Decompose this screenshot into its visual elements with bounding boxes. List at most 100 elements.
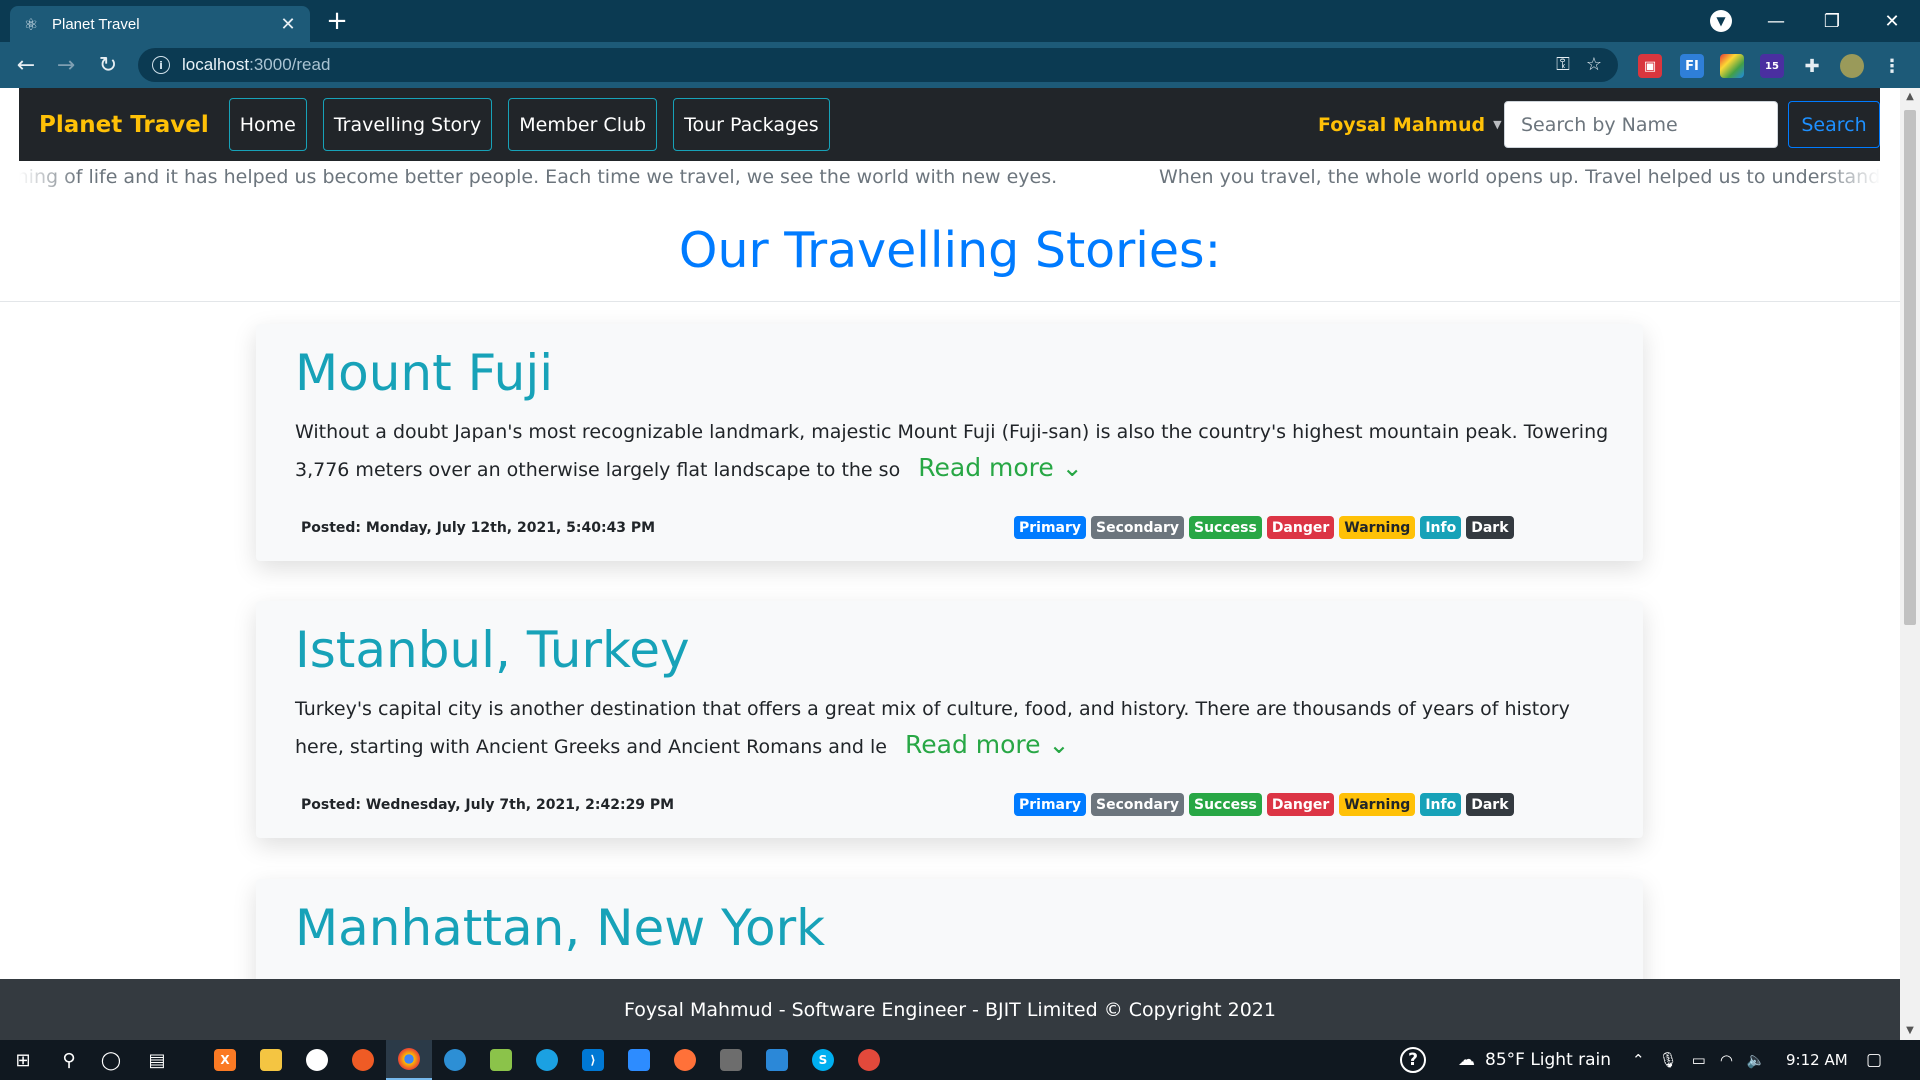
reload-icon[interactable]: ↻ — [94, 51, 122, 79]
scroll-down-icon[interactable]: ▼ — [1900, 1022, 1920, 1040]
github-icon[interactable] — [294, 1040, 340, 1080]
back-icon[interactable]: ← — [12, 51, 40, 79]
minimize-icon[interactable]: — — [1748, 0, 1804, 42]
app-blue-icon[interactable] — [432, 1040, 478, 1080]
calculator-icon[interactable] — [708, 1040, 754, 1080]
quote-marquee: aning of life and it has helped us becom… — [19, 166, 1880, 194]
badge-success: Success — [1189, 793, 1262, 816]
firefox-icon[interactable] — [662, 1040, 708, 1080]
notepad-icon[interactable] — [478, 1040, 524, 1080]
page-viewport: Planet Travel Home Travelling Story Memb… — [0, 88, 1900, 1040]
weather-widget[interactable]: ☁ 85°F Light rain — [1458, 1040, 1611, 1080]
microphone-icon[interactable]: 🎙 — [1659, 1051, 1678, 1069]
windows-taskbar: ⊞ ⚲ ◯ ▤ X ⟩ S ? ☁ 85°F Light rain ⌃ 🎙 ▭ … — [0, 1040, 1920, 1080]
badge-secondary: Secondary — [1091, 793, 1184, 816]
edge-icon[interactable] — [524, 1040, 570, 1080]
user-dropdown[interactable]: Foysal Mahmud ▼ — [1318, 88, 1502, 161]
badge-primary: Primary — [1014, 516, 1087, 539]
chevron-down-icon: ⌄ — [1048, 730, 1070, 759]
mysql-workbench-icon[interactable] — [846, 1040, 892, 1080]
read-more-link[interactable]: Read more ⌄ — [918, 453, 1082, 482]
page-scrollbar[interactable]: ▲ ▼ — [1900, 88, 1920, 1040]
badge-group: Primary Secondary Success Danger Warning… — [1014, 516, 1514, 539]
volume-icon[interactable]: 🔈 — [1747, 1051, 1766, 1069]
react-favicon-icon: ⚛ — [23, 14, 39, 34]
caret-down-icon: ▼ — [1493, 118, 1502, 131]
nav-member-club[interactable]: Member Club — [508, 98, 658, 151]
omnibox-actions: ⚿ ☆ — [1556, 54, 1602, 75]
cortana-icon[interactable]: ◯ — [88, 1040, 134, 1080]
skype-icon[interactable]: S — [800, 1040, 846, 1080]
xampp-icon[interactable]: X — [202, 1040, 248, 1080]
badge-group: Primary Secondary Success Danger Warning… — [1014, 793, 1514, 816]
new-tab-button[interactable]: + — [322, 6, 352, 36]
marquee-fade-right — [1820, 166, 1880, 194]
close-window-icon[interactable]: ✕ — [1864, 0, 1920, 42]
extension-badge-icon[interactable]: 15 — [1760, 54, 1784, 78]
url-path: :3000/read — [249, 55, 331, 74]
nav-home[interactable]: Home — [228, 98, 307, 151]
search-button[interactable]: Search — [1788, 101, 1880, 148]
wifi-icon[interactable]: ◠ — [1720, 1051, 1733, 1069]
search-icon[interactable]: ⚲ — [46, 1040, 92, 1080]
extensions-puzzle-icon[interactable]: ✚ — [1800, 54, 1824, 78]
read-more-link[interactable]: Read more ⌄ — [905, 730, 1069, 759]
extension-fi-icon[interactable]: FI — [1680, 54, 1704, 78]
badge-warning: Warning — [1339, 516, 1416, 539]
scrollbar-thumb[interactable] — [1904, 110, 1916, 625]
forward-icon[interactable]: → — [52, 51, 80, 79]
chrome-profile-dropdown-icon[interactable]: ▼ — [1710, 10, 1732, 32]
chrome-menu-icon[interactable]: ⋮ — [1880, 54, 1904, 78]
cloud-rain-icon: ☁ — [1458, 1050, 1475, 1070]
site-info-icon[interactable]: i — [152, 56, 170, 74]
tab-close-icon[interactable]: ✕ — [278, 14, 298, 35]
brand-logo[interactable]: Planet Travel — [39, 112, 209, 138]
restore-icon[interactable]: ❐ — [1804, 0, 1860, 42]
extension-badge-count: 15 — [1765, 60, 1779, 72]
search-input[interactable] — [1504, 101, 1778, 148]
chevron-down-icon: ⌄ — [1061, 453, 1083, 482]
tray-overflow-icon[interactable]: ⌃ — [1632, 1051, 1645, 1069]
read-more-label: Read more — [918, 453, 1054, 482]
browser-tab-strip: ⚛ Planet Travel ✕ + ▼ — ❐ ✕ — [0, 0, 1920, 42]
battery-icon[interactable]: ▭ — [1692, 1051, 1706, 1069]
posted-date: Posted: Wednesday, July 7th, 2021, 2:42:… — [301, 797, 675, 813]
marquee-fade-left — [19, 166, 79, 194]
profile-avatar[interactable] — [1840, 54, 1864, 78]
chrome-icon[interactable] — [386, 1040, 432, 1080]
read-more-label: Read more — [905, 730, 1041, 759]
badge-secondary: Secondary — [1091, 516, 1184, 539]
weather-text: 85°F Light rain — [1485, 1050, 1612, 1070]
badge-primary: Primary — [1014, 793, 1087, 816]
story-excerpt: Turkey's capital city is another destina… — [295, 691, 1615, 765]
bookmark-star-icon[interactable]: ☆ — [1586, 54, 1602, 75]
badge-danger: Danger — [1266, 516, 1335, 539]
address-bar[interactable]: i localhost:3000/read ⚿ ☆ — [138, 48, 1618, 82]
notification-center-icon[interactable]: ▢ — [1866, 1040, 1882, 1080]
chat-icon[interactable] — [754, 1040, 800, 1080]
file-explorer-icon[interactable] — [248, 1040, 294, 1080]
browser-tab-active[interactable]: ⚛ Planet Travel ✕ — [10, 6, 310, 42]
extension-color-picker-icon[interactable] — [1720, 54, 1744, 78]
badge-dark: Dark — [1466, 516, 1514, 539]
story-title: Mount Fuji — [295, 344, 554, 402]
url-host: localhost — [182, 55, 250, 74]
password-key-icon[interactable]: ⚿ — [1556, 54, 1570, 75]
task-view-icon[interactable]: ▤ — [134, 1040, 180, 1080]
marquee-text-left: aning of life and it has helped us becom… — [19, 166, 1058, 188]
site-navbar: Planet Travel Home Travelling Story Memb… — [19, 88, 1880, 161]
nav-tour-packages[interactable]: Tour Packages — [673, 98, 830, 151]
badge-warning: Warning — [1339, 793, 1416, 816]
help-icon[interactable]: ? — [1400, 1040, 1426, 1080]
story-title: Manhattan, New York — [295, 899, 826, 957]
tab-title: Planet Travel — [52, 15, 140, 33]
extension-red-icon[interactable]: ▣ — [1638, 54, 1662, 78]
nav-travelling-story[interactable]: Travelling Story — [322, 98, 493, 151]
vscode-icon[interactable]: ⟩ — [570, 1040, 616, 1080]
marquee-text-right: When you travel, the whole world opens u… — [1159, 166, 1880, 188]
windows-start-icon[interactable]: ⊞ — [0, 1040, 46, 1080]
scroll-up-icon[interactable]: ▲ — [1900, 88, 1920, 106]
clock[interactable]: 9:12 AM — [1786, 1040, 1848, 1080]
postman-icon[interactable] — [340, 1040, 386, 1080]
zoom-icon[interactable] — [616, 1040, 662, 1080]
